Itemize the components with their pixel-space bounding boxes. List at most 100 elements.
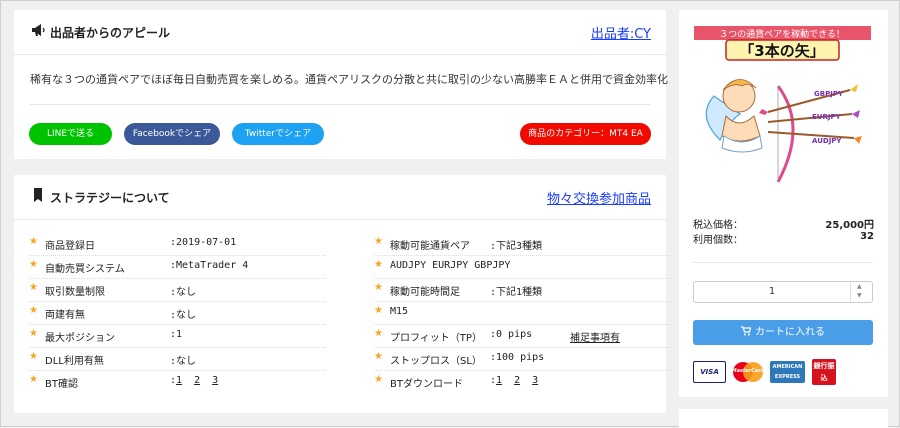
barter-link[interactable]: 物々交換参加商品 [547, 188, 651, 207]
spec-row-stop-loss: ★ ストップロス（SL） :100 pips [374, 347, 664, 370]
spec-row-registered: ★ 商品登録日 :2019-07-01 [29, 232, 329, 255]
arrow-label-audjpy: AUDJPY [812, 137, 842, 145]
divider [693, 262, 873, 263]
price-row: 税込価格： 25,000円 [693, 216, 874, 231]
btdl-links: :1 2 3 [490, 375, 550, 386]
star-icon: ★ [29, 282, 38, 293]
strategy-header: ストラテジーについて 物々交換参加商品 [14, 175, 666, 220]
spec-label: プロフィット（TP） [390, 333, 482, 344]
spec-label: 最大ポジション [45, 333, 115, 344]
spec-label: 両建有無 [45, 310, 85, 321]
price-label: 税込価格： [693, 220, 743, 231]
amex-icon: AMERICAN EXPRESS [770, 361, 805, 383]
spec-label: 取引数量制限 [45, 287, 105, 298]
spec-row-timeframes: ★ 稼動可能時間足 :下記1種類 [374, 278, 664, 301]
star-icon: ★ [374, 236, 383, 247]
spec-row-dll: ★ DLL利用有無 :なし [29, 347, 329, 370]
megaphone-icon [32, 24, 45, 36]
star-icon: ★ [29, 328, 38, 339]
star-icon: ★ [374, 328, 383, 339]
quantity-value[interactable]: 1 [694, 286, 850, 297]
spec-value: :下記3種類 [490, 241, 543, 252]
sidebar-next-panel [679, 409, 888, 428]
spec-value: :なし [170, 287, 197, 298]
spec-row-max-position: ★ 最大ポジション :1 [29, 324, 329, 347]
divider [30, 104, 650, 105]
line-share-button[interactable]: LINEで送る [29, 123, 112, 145]
appeal-panel: 出品者からのアピール 出品者:CY 稀有な３つの通貨ペアでほぼ毎日自動売買を楽し… [14, 10, 668, 159]
cart-icon [741, 326, 752, 336]
spec-label: DLL利用有無 [45, 356, 104, 367]
spinner: ▲ ▼ [850, 282, 872, 302]
facebook-share-button[interactable]: Facebookでシェア [124, 123, 220, 145]
spec-label: 自動売買システム [45, 264, 125, 275]
usage-value: 32 [860, 231, 874, 242]
category-badge[interactable]: 商品のカテゴリー：MT4 EA [520, 123, 651, 145]
spec-row-hedging: ★ 両建有無 :なし [29, 301, 329, 324]
star-icon: ★ [29, 374, 38, 385]
decrement-icon[interactable]: ▼ [857, 292, 862, 299]
appeal-text: 稀有な３つの通貨ペアでほぼ毎日自動売買を楽しめる。通貨ペアリスクの分散と共に取引… [30, 73, 668, 86]
usage-row: 利用個数： 32 [693, 231, 874, 246]
spec-label: 稼動可能通貨ペア [390, 241, 470, 252]
appeal-title: 出品者からのアピール [50, 26, 171, 40]
bank-transfer-icon: 銀行振込 [812, 359, 836, 385]
btdl-link-2[interactable]: 2 [514, 375, 520, 386]
cart-label: カートに入れる [755, 327, 825, 338]
spec-value: :0 pips [490, 329, 533, 340]
bt-link-1[interactable]: 1 [176, 375, 182, 386]
star-icon: ★ [374, 374, 383, 385]
bookmark-icon [34, 188, 42, 202]
spec-row-timeframe-list: ★ M15 [374, 301, 664, 324]
spec-label: 商品登録日 [45, 241, 95, 252]
usage-label: 利用個数： [693, 235, 743, 246]
spec-row-pair-list: ★ AUDJPY EURJPY GBPJPY [374, 255, 664, 278]
spec-row-bt-download: ★ BTダウンロード :1 2 3 [374, 370, 664, 393]
btdl-link-1[interactable]: 1 [496, 375, 502, 386]
spec-row-volume-limit: ★ 取引数量制限 :なし [29, 278, 329, 301]
spec-row-pairs: ★ 稼動可能通貨ペア :下記3種類 [374, 232, 664, 255]
product-banner[interactable]: ３つの通貨ペアを稼動できる！ 「3本の矢」 GBPJPY EURJPY AUDJ… [694, 26, 871, 209]
strategy-panel: ストラテジーについて 物々交換参加商品 ★ 商品登録日 :2019-07-01 … [14, 175, 671, 413]
mastercard-label: MasterCard [731, 368, 765, 374]
star-icon: ★ [374, 282, 383, 293]
bt-links: :1 2 3 [170, 375, 230, 386]
banner-caption: ３つの通貨ペアを稼動できる！ [719, 28, 845, 40]
btdl-link-3[interactable]: 3 [532, 375, 538, 386]
bt-link-3[interactable]: 3 [212, 375, 218, 386]
spec-label: ストップロス（SL） [390, 356, 482, 367]
spec-value: :2019-07-01 [170, 237, 237, 248]
spec-value: :なし [170, 356, 197, 367]
spec-label: BT確認 [45, 379, 78, 390]
star-icon: ★ [374, 351, 383, 362]
appeal-header: 出品者からのアピール 出品者:CY [14, 10, 666, 55]
twitter-share-button[interactable]: Twitterでシェア [232, 123, 324, 145]
spec-row-take-profit: ★ プロフィット（TP） :0 pips 補足事項有 [374, 324, 664, 347]
bt-link-2[interactable]: 2 [194, 375, 200, 386]
star-icon: ★ [29, 236, 38, 247]
supplement-link[interactable]: 補足事項有 [570, 329, 620, 344]
seller-link[interactable]: 出品者:CY [591, 23, 651, 42]
price-value: 25,000円 [825, 220, 874, 231]
star-icon: ★ [29, 351, 38, 362]
spec-label: AUDJPY EURJPY GBPJPY [390, 260, 511, 271]
arrow-label-gbpjpy: GBPJPY [814, 90, 844, 98]
arrow-label-eurjpy: EURJPY [812, 113, 842, 121]
star-icon: ★ [374, 259, 383, 270]
banner-title: 「3本の矢」 [739, 42, 824, 60]
strategy-title: ストラテジーについて [50, 191, 170, 205]
spec-value: :なし [170, 310, 197, 321]
spec-value: :1 [170, 329, 183, 340]
star-icon: ★ [29, 259, 38, 270]
visa-icon: VISA [693, 361, 726, 383]
quantity-stepper[interactable]: 1 ▲ ▼ [693, 281, 873, 303]
star-icon: ★ [374, 305, 383, 316]
spec-row-bt: ★ BT確認 :1 2 3 [29, 370, 329, 393]
spec-label: M15 [390, 306, 409, 317]
star-icon: ★ [29, 305, 38, 316]
increment-icon[interactable]: ▲ [857, 283, 862, 290]
add-to-cart-button[interactable]: カートに入れる [693, 320, 873, 345]
mastercard-icon: MasterCard [731, 361, 765, 383]
spec-value: :MetaTrader 4 [170, 260, 249, 271]
spec-row-platform: ★ 自動売買システム :MetaTrader 4 [29, 255, 329, 278]
